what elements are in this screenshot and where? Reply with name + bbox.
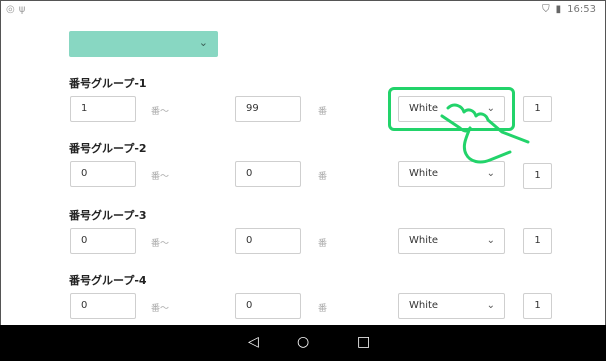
shield-icon: ⛉ [542,4,550,15]
circle-icon: ◎ [6,4,19,15]
group-title-3: 番号グループ-3 [69,209,147,222]
group-2-color-value: White [409,168,439,179]
group-4-to-input[interactable]: 0 [235,293,301,319]
group-4-color-value: White [409,300,439,311]
group-1-to-input[interactable]: 99 [235,96,301,122]
battery-icon: ▮ [555,4,562,15]
chevron-down-icon: ⌄ [486,300,495,311]
chevron-down-icon: ⌄ [198,36,208,49]
group-title-1: 番号グループ-1 [69,77,147,90]
group-4-count-input[interactable]: 1 [523,293,552,319]
chevron-down-icon: ⌄ [486,235,495,246]
status-left-icons: ◎ψ [6,4,29,15]
back-icon[interactable]: ◁ [248,334,259,350]
group-4-to-suffix: 番 [318,304,328,314]
group-3-from-suffix: 番〜 [151,239,170,249]
usb-icon: ψ [18,4,30,15]
home-icon[interactable]: ○ [297,334,309,350]
group-3-count-input[interactable]: 1 [523,228,552,254]
group-1-from-suffix: 番〜 [151,107,170,117]
category-dropdown[interactable]: ⌄ [69,31,218,57]
group-3-to-suffix: 番 [318,239,328,249]
tap-hand-icon [440,103,530,164]
group-2-to-suffix: 番 [318,172,328,182]
group-3-to-input[interactable]: 0 [235,228,301,254]
group-2-to-input[interactable]: 0 [235,161,301,187]
group-3-color-value: White [409,235,439,246]
group-1-to-suffix: 番 [318,107,328,117]
group-3-color-select[interactable]: White ⌄ [398,228,505,254]
group-2-from-input[interactable]: 0 [70,161,136,187]
status-right: ⛉ ▮ 16:53 [542,4,596,15]
navigation-bar: ◁ ○ □ [0,325,606,361]
group-4-color-select[interactable]: White ⌄ [398,293,505,319]
status-bar: ◎ψ ⛉ ▮ 16:53 [0,0,606,20]
group-4-from-input[interactable]: 0 [70,293,136,319]
recents-icon[interactable]: □ [357,334,370,350]
group-4-from-suffix: 番〜 [151,304,170,314]
group-1-from-input[interactable]: 1 [70,96,136,122]
group-title-4: 番号グループ-4 [69,274,147,287]
group-3-from-input[interactable]: 0 [70,228,136,254]
status-time: 16:53 [567,4,596,15]
group-title-2: 番号グループ-2 [69,142,147,155]
group-2-from-suffix: 番〜 [151,172,170,182]
